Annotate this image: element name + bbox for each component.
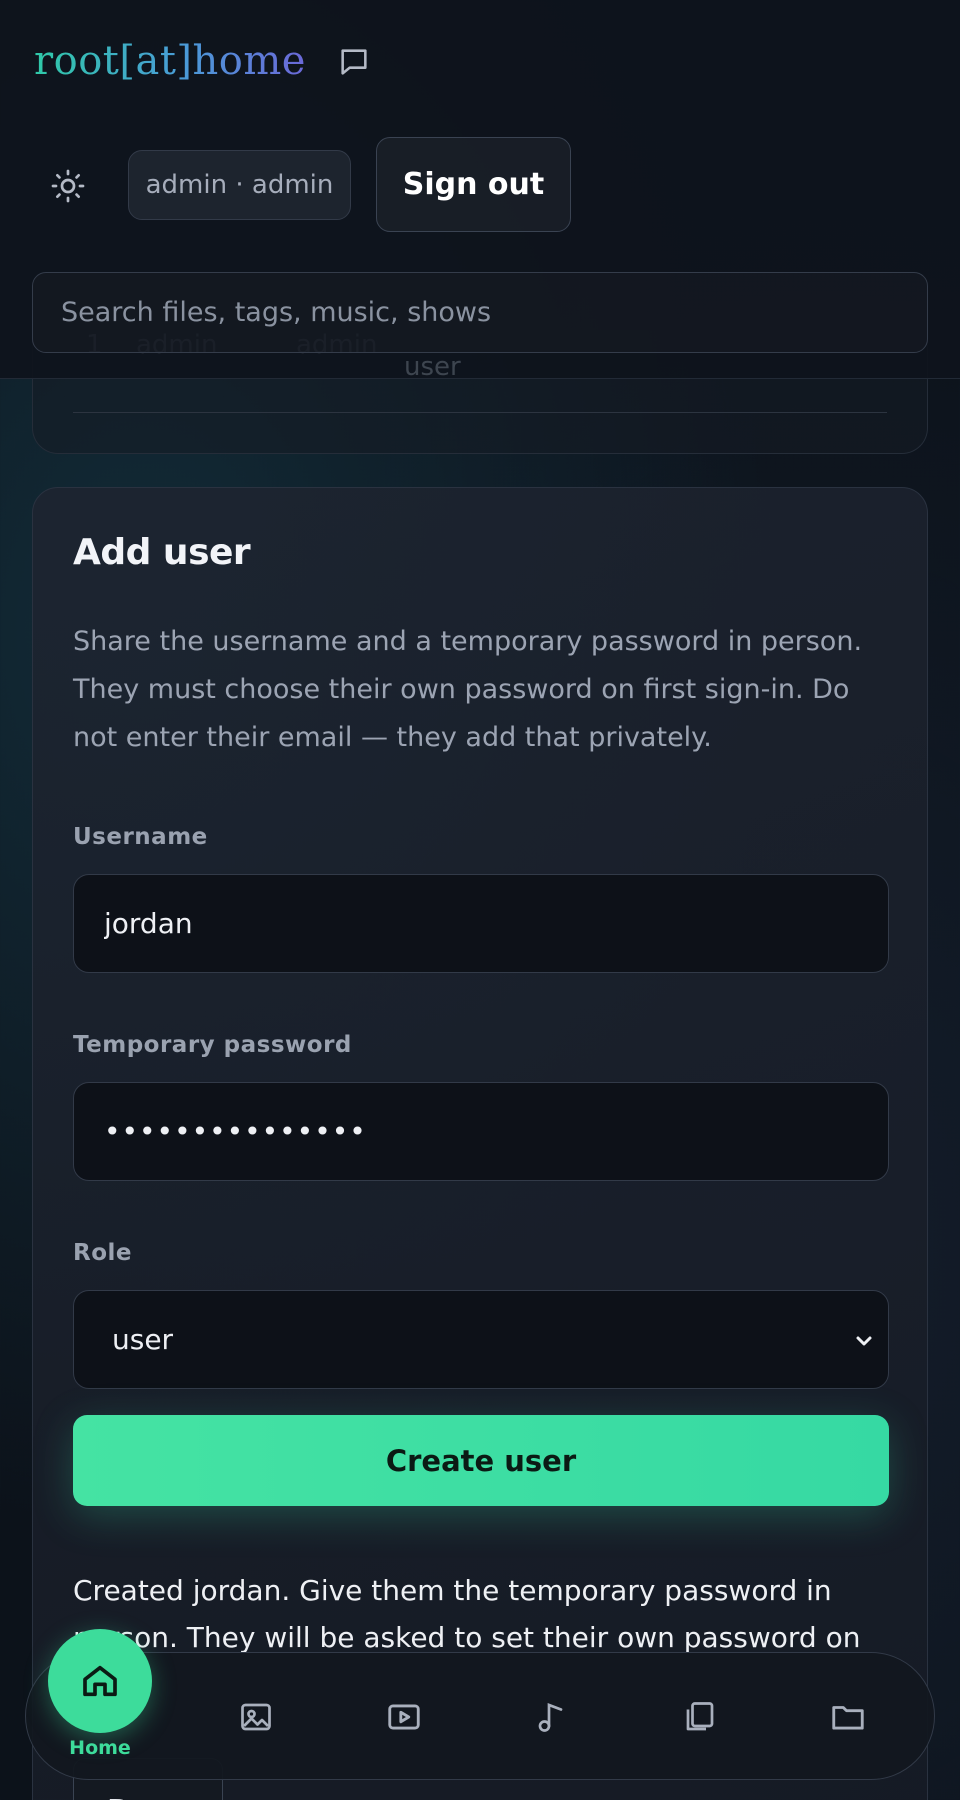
chevron-down-icon (856, 1336, 872, 1346)
theme-toggle-button[interactable] (46, 164, 90, 208)
role-select-value: user (112, 1323, 174, 1356)
add-user-title: Add user (73, 532, 251, 573)
create-user-button[interactable]: Create user (73, 1415, 889, 1506)
nav-home-label: Home (69, 1737, 131, 1759)
video-icon (388, 1704, 420, 1730)
copy-icon (686, 1702, 714, 1731)
chat-button[interactable] (334, 42, 374, 82)
username-label: Username (73, 824, 208, 850)
sun-icon (51, 169, 85, 203)
temporary-password-input[interactable] (73, 1082, 889, 1181)
nav-item-photos[interactable] (216, 1653, 296, 1781)
nav-item-home[interactable] (48, 1629, 152, 1733)
bottom-nav (25, 1652, 935, 1780)
home-icon (83, 1665, 117, 1697)
nav-item-music[interactable] (512, 1653, 592, 1781)
app-header: 1 admin admin user root[at]home admin · … (0, 0, 960, 382)
table-cell-role: user (404, 352, 461, 382)
search-input[interactable] (32, 272, 928, 353)
image-icon (241, 1703, 271, 1731)
add-user-description: Share the username and a temporary passw… (73, 626, 863, 753)
table-divider (73, 412, 887, 413)
user-chip[interactable]: admin · admin (128, 150, 351, 220)
nav-item-documents[interactable] (660, 1653, 740, 1781)
folder-icon (832, 1706, 864, 1730)
role-select[interactable]: user (73, 1290, 889, 1389)
nav-item-videos[interactable] (364, 1653, 444, 1781)
add-user-card: Add user Share the username and a tempor… (32, 487, 928, 1800)
music-icon (538, 1703, 563, 1732)
chat-icon (341, 49, 367, 75)
app-logo[interactable]: root[at]home (34, 38, 306, 84)
sign-out-button[interactable]: Sign out (376, 137, 571, 232)
role-label: Role (73, 1240, 132, 1266)
nav-item-files[interactable] (808, 1653, 888, 1781)
password-label: Temporary password (73, 1032, 352, 1058)
username-input[interactable] (73, 874, 889, 973)
